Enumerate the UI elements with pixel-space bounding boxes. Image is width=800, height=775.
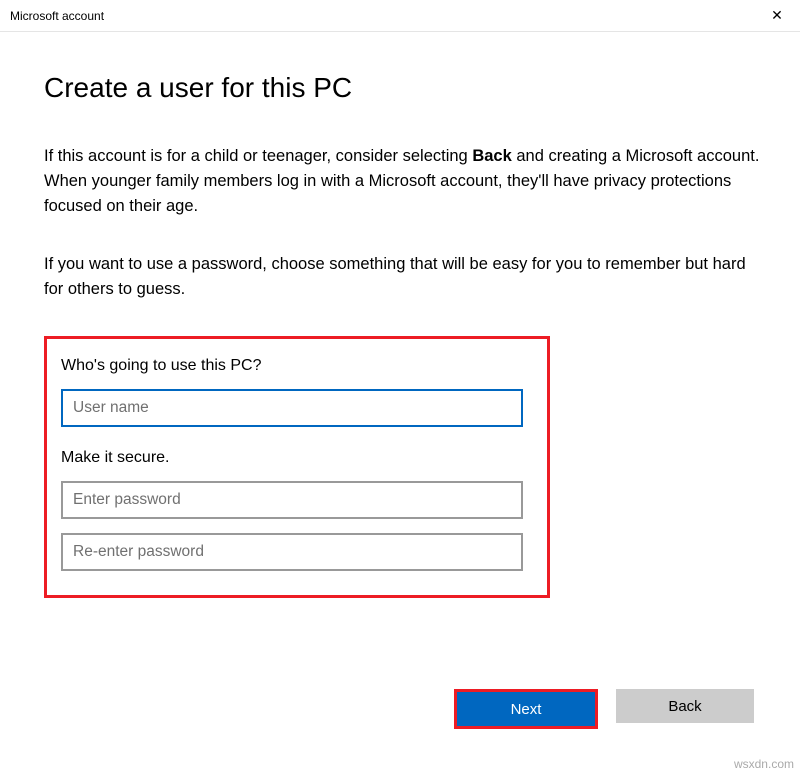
para1-pre: If this account is for a child or teenag… <box>44 147 472 165</box>
password-label: Make it secure. <box>61 449 533 467</box>
intro-paragraph-2: If you want to use a password, choose so… <box>44 252 762 302</box>
back-button[interactable]: Back <box>616 689 754 723</box>
password-input[interactable] <box>61 481 523 519</box>
window-title: Microsoft account <box>10 9 104 23</box>
watermark: wsxdn.com <box>734 757 794 771</box>
next-highlight-box: Next <box>454 689 598 729</box>
close-icon[interactable]: ✕ <box>754 0 800 32</box>
form-highlight-box: Who's going to use this PC? Make it secu… <box>44 336 550 598</box>
page-title: Create a user for this PC <box>44 72 762 104</box>
intro-paragraph-1: If this account is for a child or teenag… <box>44 144 762 218</box>
title-bar: Microsoft account ✕ <box>0 0 800 32</box>
username-label: Who's going to use this PC? <box>61 357 533 375</box>
content-area: Create a user for this PC If this accoun… <box>0 32 800 598</box>
para1-bold: Back <box>472 147 511 165</box>
username-input[interactable] <box>61 389 523 427</box>
button-row: Next Back <box>454 689 754 729</box>
next-button[interactable]: Next <box>457 692 595 726</box>
password-confirm-input[interactable] <box>61 533 523 571</box>
